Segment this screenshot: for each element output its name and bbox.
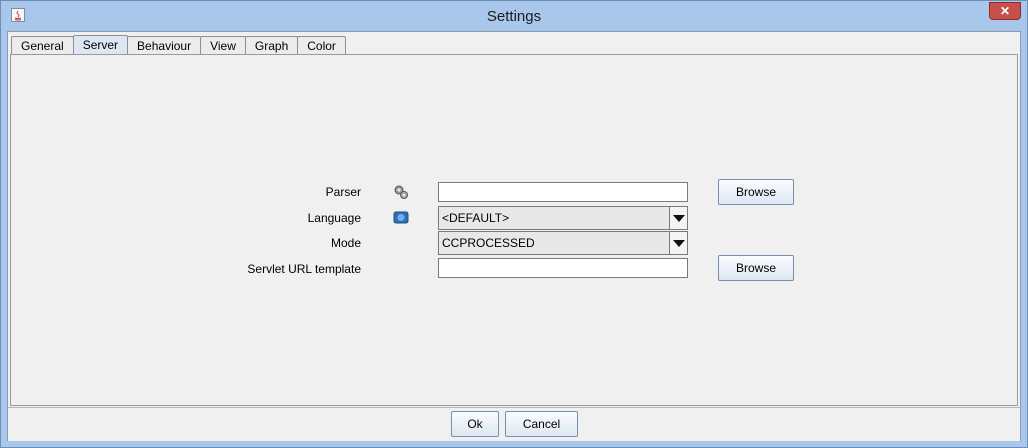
- cancel-button[interactable]: Cancel: [505, 411, 578, 437]
- language-value: <DEFAULT>: [442, 211, 510, 225]
- language-label: Language: [307, 211, 361, 225]
- tab-graph[interactable]: Graph: [244, 36, 299, 55]
- dialog-content: General Server Behaviour View Graph Colo…: [7, 31, 1021, 441]
- mode-select[interactable]: CCPROCESSED: [438, 231, 688, 255]
- chevron-down-icon[interactable]: [669, 207, 687, 229]
- mode-value: CCPROCESSED: [442, 236, 535, 250]
- globe-icon: [393, 210, 409, 226]
- parser-input[interactable]: [438, 182, 688, 202]
- gears-icon: [393, 184, 409, 200]
- close-button[interactable]: ✕: [989, 2, 1021, 20]
- language-select[interactable]: <DEFAULT>: [438, 206, 688, 230]
- tab-view[interactable]: View: [200, 36, 246, 55]
- ok-button[interactable]: Ok: [451, 411, 499, 437]
- tab-server[interactable]: Server: [72, 35, 129, 56]
- mode-label: Mode: [330, 236, 361, 250]
- settings-window: Settings ✕ General Server Behaviour View…: [0, 0, 1028, 448]
- servlet-url-input-text[interactable]: [439, 259, 687, 277]
- chevron-down-icon[interactable]: [669, 232, 687, 254]
- parser-browse-button[interactable]: Browse: [718, 179, 794, 205]
- servlet-browse-button[interactable]: Browse: [718, 255, 794, 281]
- servlet-url-input[interactable]: [438, 258, 688, 278]
- parser-label: Parser: [325, 185, 361, 199]
- server-tab-panel: Parser Browse Language <DEFAULT> Mode CC…: [10, 54, 1018, 406]
- servlet-url-label: Servlet URL template: [247, 262, 361, 276]
- dialog-footer: Ok Cancel: [8, 407, 1020, 441]
- tab-general[interactable]: General: [11, 36, 74, 55]
- tab-behaviour[interactable]: Behaviour: [127, 36, 202, 55]
- title-bar: Settings ✕: [1, 1, 1027, 31]
- window-title: Settings: [486, 8, 542, 25]
- parser-input-text[interactable]: [439, 183, 687, 201]
- tab-color[interactable]: Color: [297, 36, 346, 55]
- tab-bar: General Server Behaviour View Graph Colo…: [11, 35, 346, 56]
